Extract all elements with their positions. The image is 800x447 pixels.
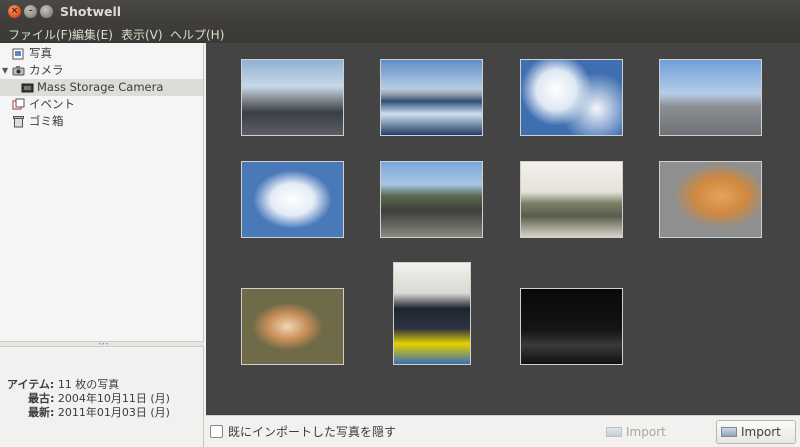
hide-imported-label: 既にインポートした写真を隠す bbox=[228, 425, 397, 439]
sidebar-item-label: Mass Storage Camera bbox=[37, 80, 164, 94]
import-icon bbox=[606, 427, 622, 437]
window-title: Shotwell bbox=[60, 4, 122, 19]
photo-thumbnail[interactable] bbox=[659, 161, 762, 238]
sidebar-item-trash[interactable]: ゴミ箱 bbox=[0, 113, 203, 130]
menu-help[interactable]: ヘルプ(H) bbox=[170, 26, 224, 43]
title-bar: × – Shotwell bbox=[0, 0, 800, 23]
photo-thumbnail[interactable] bbox=[520, 288, 623, 365]
close-window-button[interactable]: × bbox=[8, 5, 21, 18]
photo-grid bbox=[206, 43, 800, 415]
menu-edit[interactable]: 編集(E) bbox=[72, 26, 113, 43]
photo-thumbnail[interactable] bbox=[380, 59, 483, 136]
sidebar-item-camera[interactable]: ▼ カメラ bbox=[0, 62, 203, 79]
sidebar-item-photos[interactable]: 写真 bbox=[0, 45, 203, 62]
menu-bar: ファイル(F) 編集(E) 表示(V) ヘルプ(H) bbox=[0, 23, 800, 43]
import-bar: 既にインポートした写真を隠す Import Selected Import Al… bbox=[206, 415, 800, 447]
import-all-button[interactable]: Import All bbox=[716, 420, 796, 444]
photo-thumbnail[interactable] bbox=[241, 59, 344, 136]
import-selected-label: Import Selected bbox=[626, 425, 666, 439]
shotwell-window: × – Shotwell ファイル(F) 編集(E) 表示(V) ヘルプ(H) … bbox=[0, 0, 800, 447]
minimize-window-button[interactable]: – bbox=[24, 5, 37, 18]
photo-thumbnail[interactable] bbox=[241, 288, 344, 365]
import-icon bbox=[721, 427, 737, 437]
photo-thumbnail[interactable] bbox=[659, 59, 762, 136]
info-panel: アイテム: 11 枚の写真 最古: 2004年10月11日 (月) 最新: 20… bbox=[0, 347, 204, 447]
sidebar: 写真 ▼ カメラ Mass Storage Camera イベント ゴミ箱 bbox=[0, 43, 204, 341]
trash-icon bbox=[13, 116, 24, 128]
photo-thumbnail[interactable] bbox=[520, 161, 623, 238]
info-newest-key: 最新: bbox=[28, 406, 55, 419]
photo-thumbnail[interactable] bbox=[520, 59, 623, 136]
events-icon bbox=[12, 98, 25, 110]
sidebar-item-label: 写真 bbox=[29, 46, 52, 60]
expander-down-icon[interactable]: ▼ bbox=[2, 62, 8, 79]
photos-icon bbox=[12, 48, 24, 60]
sidebar-item-label: ゴミ箱 bbox=[29, 114, 64, 128]
menu-view[interactable]: 表示(V) bbox=[121, 26, 163, 43]
import-selected-button[interactable]: Import Selected bbox=[602, 421, 710, 443]
hide-imported-checkbox[interactable] bbox=[210, 425, 223, 438]
sidebar-item-label: イベント bbox=[29, 97, 75, 111]
sidebar-item-mass-storage-camera[interactable]: Mass Storage Camera bbox=[0, 79, 203, 96]
photo-thumbnail[interactable] bbox=[380, 161, 483, 238]
maximize-window-button[interactable] bbox=[40, 5, 53, 18]
sidebar-item-label: カメラ bbox=[29, 63, 64, 77]
import-all-label: Import All bbox=[741, 425, 781, 439]
camera-device-icon bbox=[21, 83, 34, 93]
sidebar-item-events[interactable]: イベント bbox=[0, 96, 203, 113]
menu-file[interactable]: ファイル(F) bbox=[8, 26, 72, 43]
info-newest-value: 2011年01月03日 (月) bbox=[57, 406, 170, 419]
photo-thumbnail[interactable] bbox=[241, 161, 344, 238]
info-newest: 最新: 2011年01月03日 (月) bbox=[28, 404, 170, 420]
photo-thumbnail[interactable] bbox=[393, 262, 471, 365]
camera-icon bbox=[12, 66, 25, 76]
